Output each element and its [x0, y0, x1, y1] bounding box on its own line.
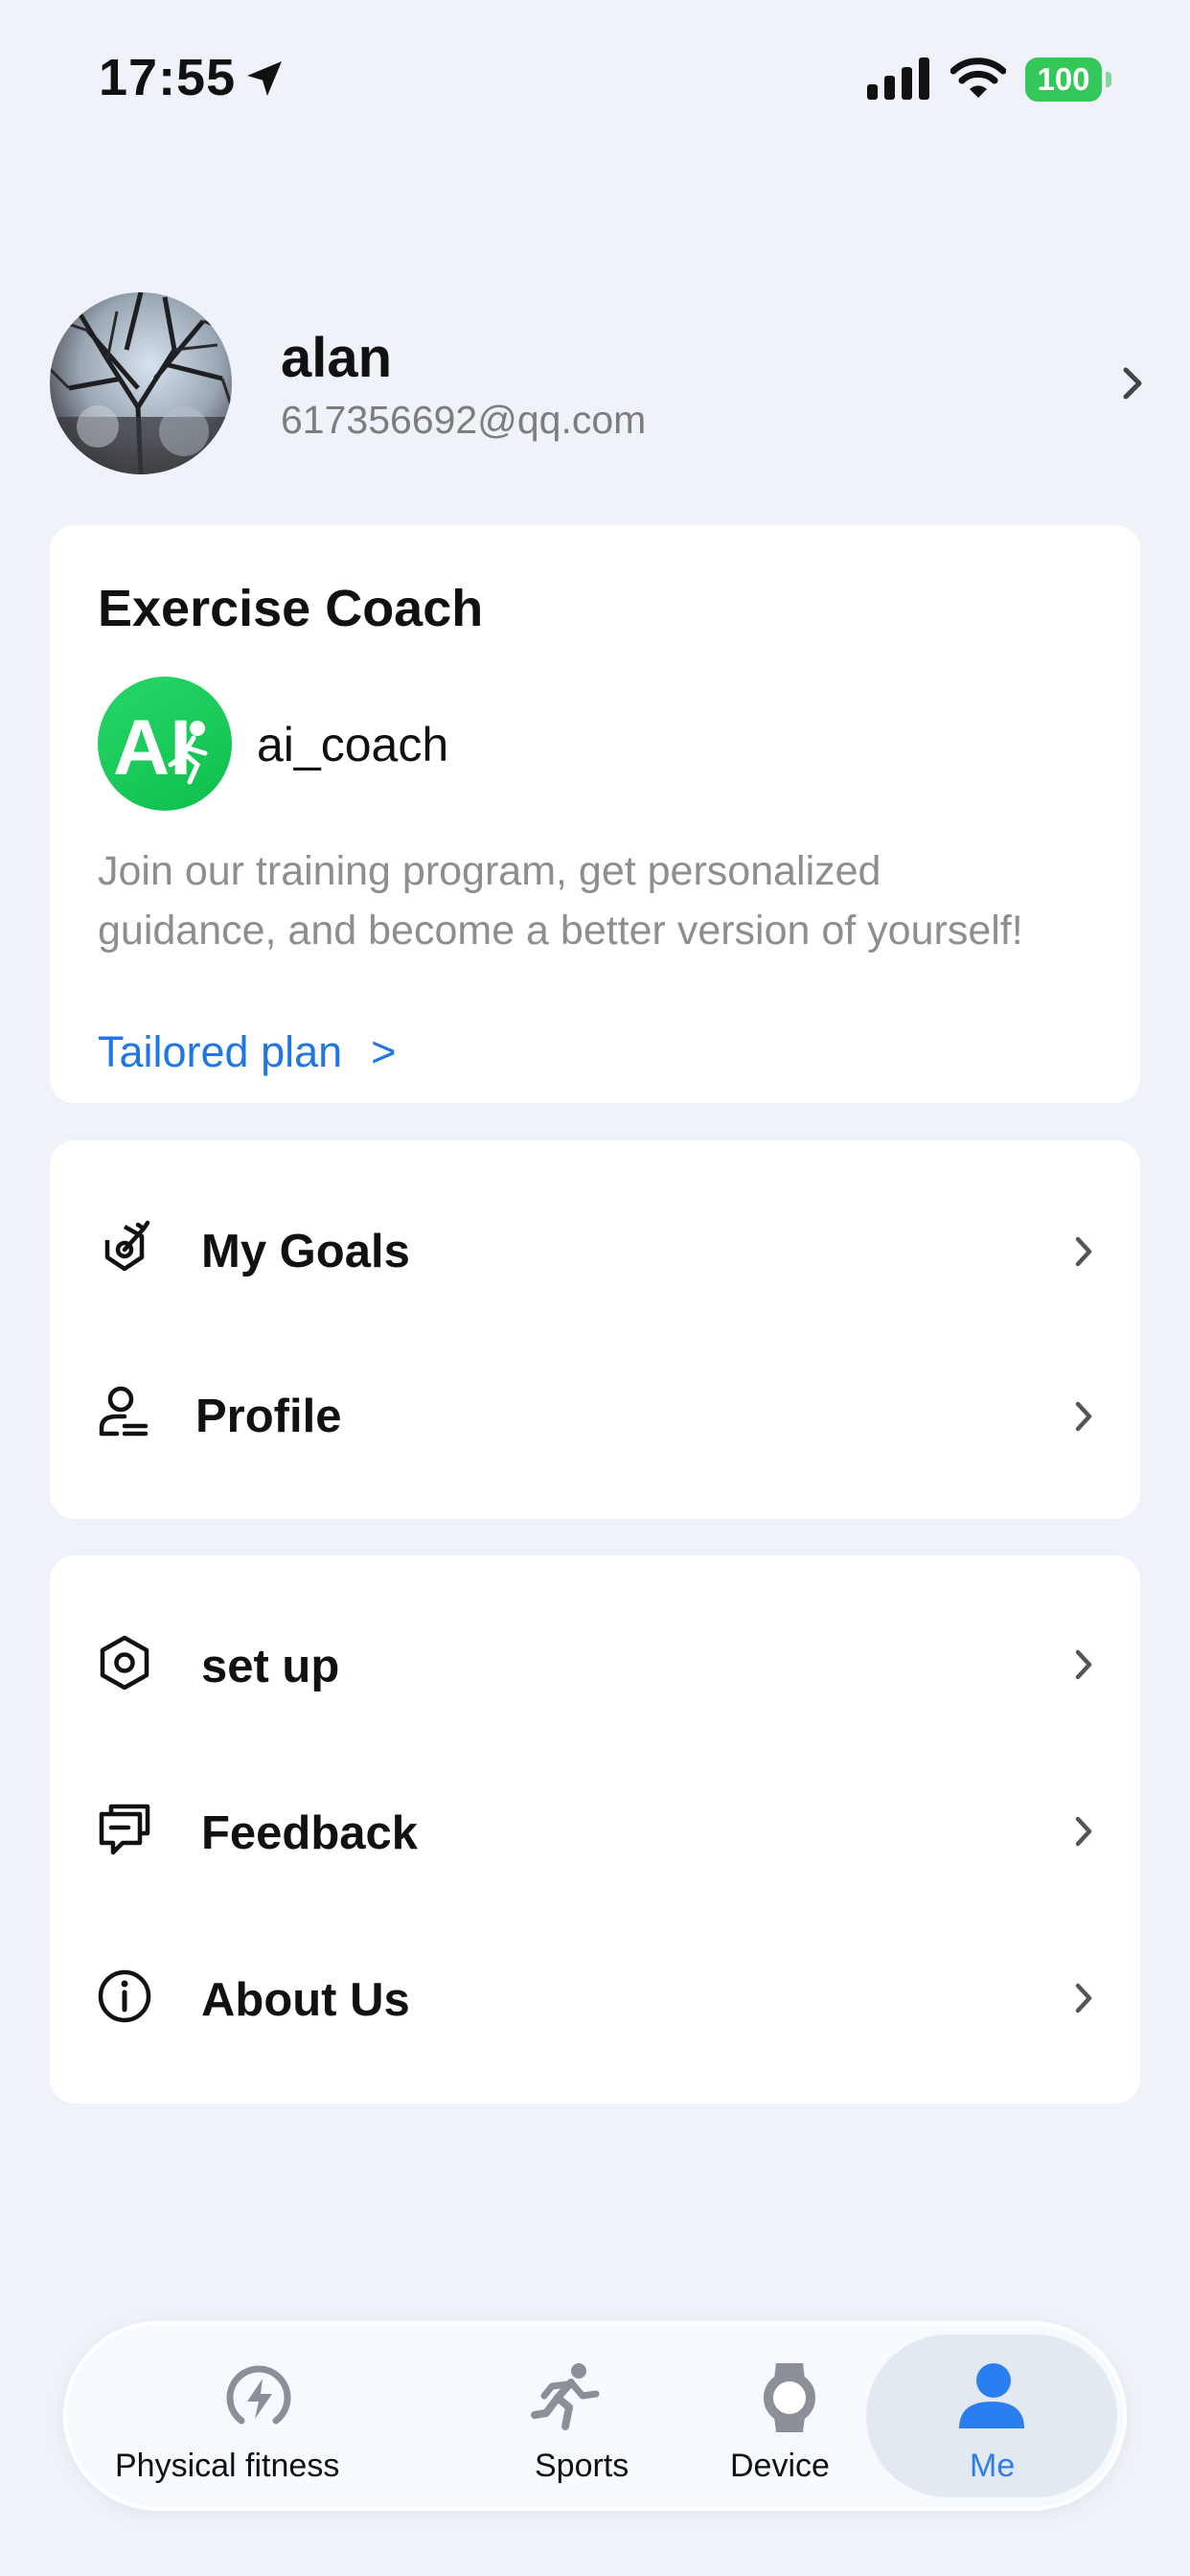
avatar[interactable]: [50, 292, 232, 474]
exercise-coach-card: Exercise Coach AI ai_coach Join our trai…: [50, 525, 1140, 1103]
user-email: 617356692@qq.com: [281, 398, 647, 442]
tab-label-me: Me: [970, 2448, 1016, 2484]
coach-description: Join our training program, get personali…: [98, 848, 1023, 954]
location-arrow-icon: [247, 61, 282, 96]
menu-label-set-up: set up: [201, 1641, 340, 1692]
cellular-signal-icon: [867, 58, 929, 100]
chevron-right-icon[interactable]: [1116, 364, 1149, 402]
tailored-plan-label: Tailored plan: [98, 1027, 343, 1076]
coach-name[interactable]: ai_coach: [257, 717, 448, 772]
tab-physical-fitness[interactable]: Physical fitness: [105, 2325, 412, 2507]
menu-label-feedback: Feedback: [201, 1807, 419, 1859]
svg-text:AI: AI: [113, 704, 192, 792]
watch-icon: [764, 2363, 815, 2432]
info-icon: [98, 1969, 151, 2023]
settings-icon: [100, 1635, 149, 1690]
running-icon: [531, 2363, 600, 2430]
menu-item-my-goals[interactable]: My Goals: [50, 1171, 1140, 1336]
feedback-icon: [99, 1804, 150, 1855]
status-time: 17:55: [99, 49, 237, 106]
status-bar: 17:55 100: [0, 0, 1190, 163]
chevron-right-icon: [1075, 1649, 1092, 1680]
wifi-icon: [950, 58, 1006, 98]
chevron-right-icon: [1075, 1236, 1092, 1267]
menu-card-settings: set up Feedback About Us: [50, 1555, 1140, 2104]
user-name: alan: [281, 327, 393, 389]
battery-nub: [1106, 72, 1111, 87]
menu-label-about-us: About Us: [201, 1974, 410, 2026]
chevron-right-icon: [1075, 1983, 1092, 2013]
menu-card-goals: My Goals Profile: [50, 1140, 1140, 1519]
person-icon: [959, 2363, 1024, 2428]
bottom-tab-bar: Physical fitness Sports Device Me: [63, 2321, 1127, 2511]
ai-coach-logo[interactable]: AI: [98, 677, 232, 811]
menu-item-feedback[interactable]: Feedback: [50, 1751, 1140, 1916]
tab-sports[interactable]: Sports: [479, 2325, 671, 2507]
menu-item-about-us[interactable]: About Us: [50, 1918, 1140, 2082]
user-profile-header[interactable]: alan 617356692@qq.com: [0, 288, 1190, 489]
menu-item-profile[interactable]: Profile: [50, 1336, 1140, 1501]
battery-level: 100: [1025, 58, 1102, 102]
tailored-plan-link[interactable]: Tailored plan >: [98, 1027, 396, 1077]
tab-label-device: Device: [730, 2448, 830, 2484]
tab-label-sports: Sports: [535, 2448, 629, 2484]
battery-indicator: 100: [1025, 58, 1113, 102]
target-icon: [104, 1220, 150, 1272]
tab-me[interactable]: Me: [866, 2325, 1117, 2507]
menu-label-profile: Profile: [195, 1391, 342, 1442]
tab-device[interactable]: Device: [699, 2325, 872, 2507]
chevron-right-icon: [1075, 1401, 1092, 1432]
tab-label-physical-fitness: Physical fitness: [115, 2448, 340, 2484]
tailored-plan-arrow: >: [371, 1027, 397, 1076]
chevron-right-icon: [1075, 1816, 1092, 1847]
profile-icon: [99, 1386, 149, 1437]
coach-card-title: Exercise Coach: [98, 580, 484, 637]
menu-item-set-up[interactable]: set up: [50, 1584, 1140, 1749]
fitness-bolt-icon: [226, 2365, 291, 2425]
avatar-photo: [50, 292, 232, 474]
menu-label-my-goals: My Goals: [201, 1226, 410, 1277]
